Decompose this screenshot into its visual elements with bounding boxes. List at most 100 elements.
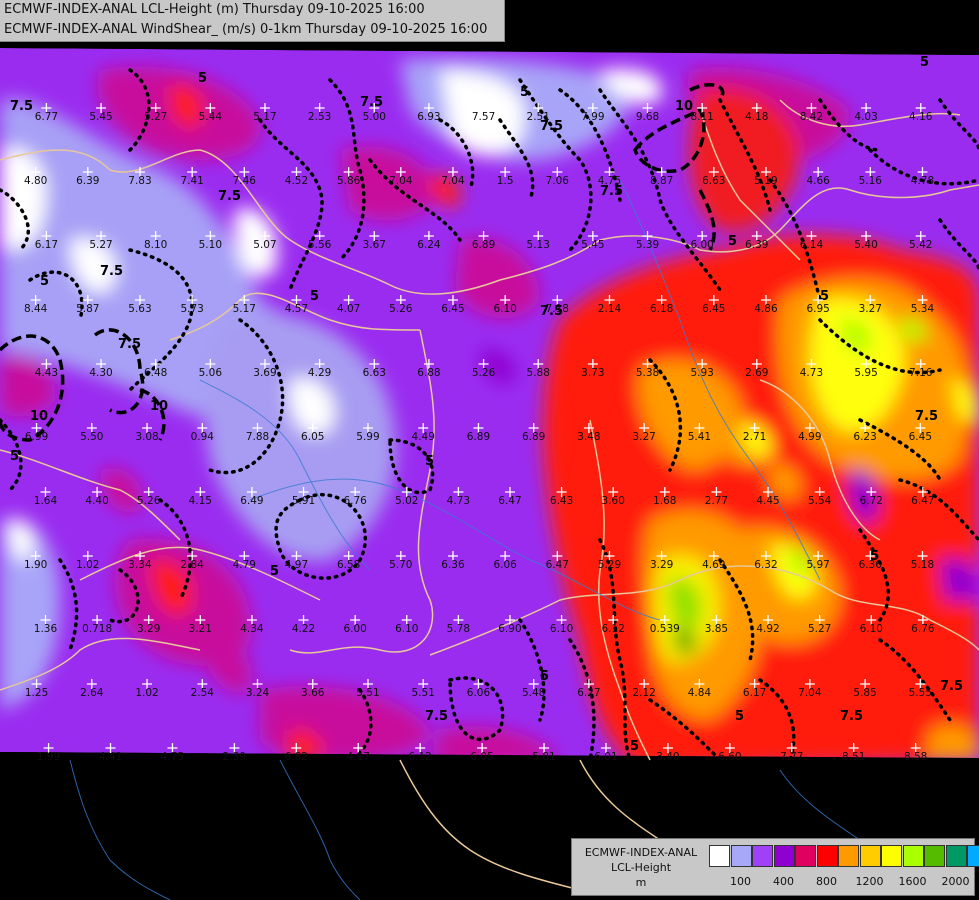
station-value: 7.16 xyxy=(909,367,933,379)
station-value: 4.66 xyxy=(806,175,830,187)
contour-label: 5 xyxy=(630,739,639,754)
station-value: 4.92 xyxy=(756,623,779,635)
legend-swatch xyxy=(752,845,773,867)
station-value: 5.45 xyxy=(89,111,112,123)
station-value: 5.81 xyxy=(532,751,555,763)
station-value: 2.51 xyxy=(527,111,550,123)
station-value: 6.10 xyxy=(493,303,516,315)
station-value: 4.18 xyxy=(745,111,768,123)
station-value: 6.89 xyxy=(472,239,495,251)
station-value: 5.91 xyxy=(292,495,315,507)
station-value: 7.46 xyxy=(233,175,257,187)
station-value: 2.84 xyxy=(180,559,204,571)
station-value: 5.19 xyxy=(754,175,777,187)
station-value: 5.70 xyxy=(389,559,412,571)
legend-swatch xyxy=(945,845,967,867)
station-value: 4.43 xyxy=(35,367,58,379)
contour-label: 5 xyxy=(425,454,434,469)
station-value: 5.41 xyxy=(688,431,711,443)
station-value: 3.67 xyxy=(363,239,386,251)
station-value: 6.06 xyxy=(493,559,517,571)
station-value: 7.18 xyxy=(546,303,569,315)
station-value: 4.07 xyxy=(337,303,360,315)
station-value: 5.93 xyxy=(690,367,713,379)
station-value: 6.89 xyxy=(522,431,545,443)
station-value: 3.60 xyxy=(602,495,625,507)
station-value: 6.72 xyxy=(860,495,883,507)
station-value: 8.58 xyxy=(904,751,927,763)
station-value: 5.17 xyxy=(253,111,276,123)
contour-label: 10 xyxy=(150,399,168,414)
station-value: 6.17 xyxy=(743,687,766,699)
station-value: 6.39 xyxy=(76,175,99,187)
station-value: 7.77 xyxy=(780,751,803,763)
station-value: 6.47 xyxy=(498,495,521,507)
station-value: 5.18 xyxy=(911,559,934,571)
station-value: 7.83 xyxy=(128,175,151,187)
legend-swatch xyxy=(795,845,816,867)
station-value: 7.41 xyxy=(180,175,203,187)
legend-tick-label: 1600 xyxy=(898,875,927,888)
station-value: 7.88 xyxy=(246,431,269,443)
legend-tick-label: 800 xyxy=(816,875,837,888)
station-value: 0.539 xyxy=(650,623,680,635)
station-value: 5.34 xyxy=(911,303,935,315)
station-value: 2.69 xyxy=(745,367,768,379)
station-value: 5.29 xyxy=(598,559,621,571)
station-value: 6.05 xyxy=(470,751,493,763)
station-value: 6.36 xyxy=(441,559,465,571)
station-value: 1.5 xyxy=(497,175,514,187)
station-value: 4.99 xyxy=(798,431,821,443)
station-value: 4.41 xyxy=(99,751,122,763)
station-value: 4.84 xyxy=(688,687,712,699)
station-value: 5.39 xyxy=(636,239,659,251)
station-value: 4.75 xyxy=(598,175,621,187)
legend-swatch xyxy=(881,845,902,867)
station-value: 4.52 xyxy=(285,175,308,187)
station-value: 6.99 xyxy=(25,431,48,443)
station-value: 5.87 xyxy=(76,303,99,315)
station-value: 5.44 xyxy=(199,111,223,123)
contour-label: 5 xyxy=(735,709,744,724)
station-value: 6.58 xyxy=(337,559,360,571)
legend-tick-label: 2000 xyxy=(941,875,970,888)
contour-label: 5 xyxy=(728,234,737,249)
station-value: 5.86 xyxy=(337,175,361,187)
contour-label: 7.5 xyxy=(218,189,241,204)
station-value: 6.45 xyxy=(441,303,464,315)
station-value: 5.54 xyxy=(808,495,832,507)
station-value: 6.88 xyxy=(417,367,440,379)
station-value: 3.85 xyxy=(705,623,728,635)
contour-label: 5 xyxy=(10,449,19,464)
station-value: 8.10 xyxy=(144,239,167,251)
station-value: 6.39 xyxy=(745,239,768,251)
contour-label: 5 xyxy=(540,669,549,684)
contour-label: 7.5 xyxy=(10,99,33,114)
station-value: 1.25 xyxy=(25,687,48,699)
station-value: 6.45 xyxy=(909,431,932,443)
station-value: 6.01 xyxy=(594,751,617,763)
station-value: 5.10 xyxy=(199,239,222,251)
station-value: 6.77 xyxy=(35,111,58,123)
station-value: 6.49 xyxy=(240,495,263,507)
station-value: 6.89 xyxy=(467,431,490,443)
station-value: 5.56 xyxy=(308,239,332,251)
station-value: 7.04 xyxy=(441,175,465,187)
station-value: 2.54 xyxy=(191,687,215,699)
station-value: 5.78 xyxy=(447,623,470,635)
station-value: 5.63 xyxy=(128,303,151,315)
station-value: 6.47 xyxy=(911,495,934,507)
station-value: 6.76 xyxy=(343,495,367,507)
station-value: 6.14 xyxy=(800,239,824,251)
legend-tick-label: 400 xyxy=(773,875,794,888)
station-value: 3.66 xyxy=(301,687,325,699)
station-value: 5.27 xyxy=(144,111,167,123)
legend-swatch xyxy=(773,845,795,867)
station-value: 8.42 xyxy=(800,111,823,123)
station-value: 6.17 xyxy=(35,239,58,251)
station-value: 1.36 xyxy=(34,623,58,635)
contour-label: 5 xyxy=(820,289,829,304)
station-value: 5.17 xyxy=(233,303,256,315)
weather-map: 5 7.5 5 10 5 7.5 7.5 7.5 7.5 7.5 5 5 7.5… xyxy=(0,0,979,900)
station-value: 2.14 xyxy=(598,303,622,315)
